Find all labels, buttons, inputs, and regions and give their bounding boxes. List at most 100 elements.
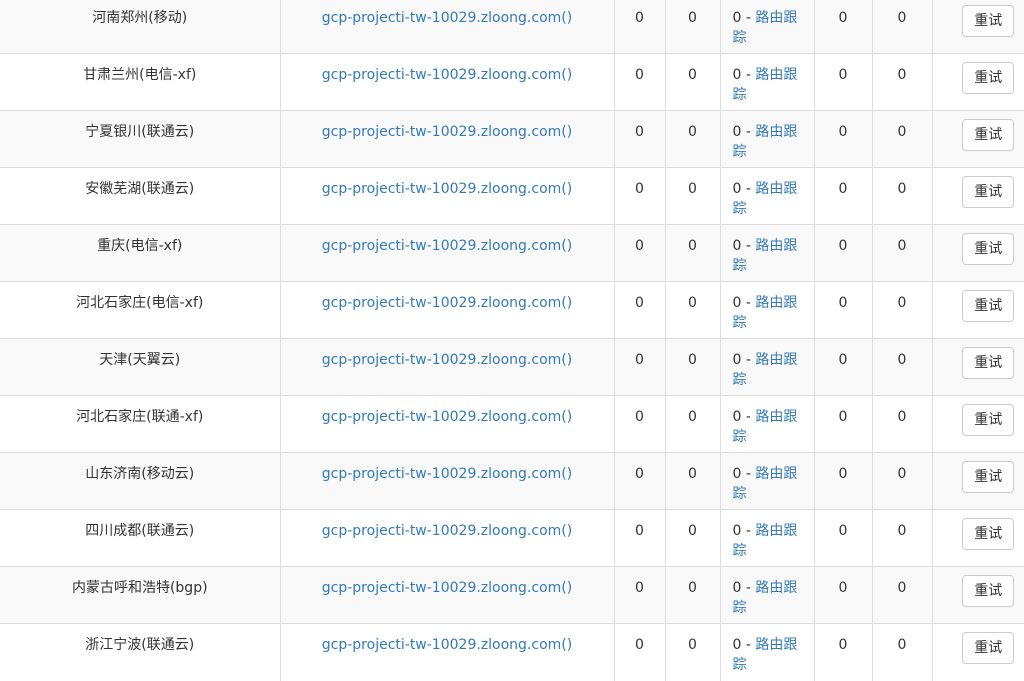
value-5: 0 [897,409,907,425]
value-4: 0 [838,523,848,539]
host-link[interactable]: gcp-projecti-tw-10029.zloong.com() [322,124,572,140]
value-cell-4: 0 [814,224,873,282]
location-label: 宁夏银川(联通云) [85,124,195,140]
action-cell: 重试 [932,452,1024,510]
value-5: 0 [897,295,907,311]
retry-button[interactable]: 重试 [962,632,1015,664]
action-cell: 重试 [932,509,1024,567]
retry-button[interactable]: 重试 [962,347,1015,379]
value-2: 0 [688,580,697,596]
value-cell-4: 0 [814,509,873,567]
host-suffix: () [561,10,573,26]
value-cell-5: 0 [872,167,933,225]
value-2: 0 [688,124,697,140]
trace-separator: - [741,295,756,311]
host-suffix: () [561,409,573,425]
value-1: 0 [635,523,644,539]
location-cell: 宁夏银川(联通云) [0,110,281,168]
value-4: 0 [838,295,848,311]
host-link[interactable]: gcp-projecti-tw-10029.zloong.com() [322,238,572,254]
retry-button[interactable]: 重试 [962,404,1015,436]
value-cell-4: 0 [814,566,873,624]
table-row: 重庆(电信-xf) gcp-projecti-tw-10029.zloong.c… [0,224,1024,282]
value-cell-5: 0 [872,0,933,54]
trace-cell: 0 - 路由跟踪 [720,509,815,567]
host-link[interactable]: gcp-projecti-tw-10029.zloong.com() [322,637,572,653]
trace-cell: 0 - 路由跟踪 [720,281,815,339]
host-suffix: () [561,295,573,311]
value-5: 0 [897,181,907,197]
host-link[interactable]: gcp-projecti-tw-10029.zloong.com() [322,295,572,311]
host-link[interactable]: gcp-projecti-tw-10029.zloong.com() [322,523,572,539]
host-suffix: () [561,124,573,140]
host-suffix: () [561,637,573,653]
table-body: 河南郑州(移动) gcp-projecti-tw-10029.zloong.co… [0,0,1024,681]
location-cell: 内蒙古呼和浩特(bgp) [0,566,281,624]
action-cell: 重试 [932,623,1024,681]
host-link[interactable]: gcp-projecti-tw-10029.zloong.com() [322,10,572,26]
retry-button[interactable]: 重试 [962,5,1015,37]
value-cell-2: 0 [665,623,721,681]
value-4: 0 [838,409,848,425]
value-2: 0 [688,295,697,311]
value-cell-4: 0 [814,0,873,54]
retry-button[interactable]: 重试 [962,233,1015,265]
host-suffix: () [561,466,573,482]
location-label: 内蒙古呼和浩特(bgp) [71,580,208,596]
location-cell: 河北石家庄(电信-xf) [0,281,281,339]
host-link[interactable]: gcp-projecti-tw-10029.zloong.com() [322,67,572,83]
host-cell: gcp-projecti-tw-10029.zloong.com() [280,110,615,168]
value-1: 0 [635,466,644,482]
location-cell: 山东济南(移动云) [0,452,281,510]
host-suffix: () [561,181,573,197]
host-cell: gcp-projecti-tw-10029.zloong.com() [280,167,615,225]
value-1: 0 [635,181,644,197]
trace-separator: - [741,637,756,653]
host-link[interactable]: gcp-projecti-tw-10029.zloong.com() [322,181,572,197]
value-cell-5: 0 [872,566,933,624]
value-4: 0 [838,637,848,653]
retry-button[interactable]: 重试 [962,461,1015,493]
retry-button[interactable]: 重试 [962,575,1015,607]
value-cell-1: 0 [614,395,666,453]
location-cell: 甘肃兰州(电信-xf) [0,53,281,111]
value-cell-1: 0 [614,0,666,54]
host-link[interactable]: gcp-projecti-tw-10029.zloong.com() [322,466,572,482]
trace-separator: - [741,523,756,539]
value-2: 0 [688,238,697,254]
trace-separator: - [741,238,756,254]
host-name: gcp-projecti-tw-10029.zloong.com [321,67,562,83]
host-cell: gcp-projecti-tw-10029.zloong.com() [280,224,615,282]
trace-cell: 0 - 路由跟踪 [720,0,815,54]
location-cell: 河北石家庄(联通-xf) [0,395,281,453]
value-2: 0 [688,10,697,26]
retry-button[interactable]: 重试 [962,62,1015,94]
action-cell: 重试 [932,338,1024,396]
value-cell-1: 0 [614,53,666,111]
table-row: 河北石家庄(电信-xf) gcp-projecti-tw-10029.zloon… [0,281,1024,339]
value-cell-1: 0 [614,281,666,339]
value-cell-1: 0 [614,509,666,567]
retry-button[interactable]: 重试 [962,176,1015,208]
location-cell: 河南郑州(移动) [0,0,281,54]
value-2: 0 [688,466,697,482]
retry-button[interactable]: 重试 [962,290,1015,322]
table-row: 天津(天翼云) gcp-projecti-tw-10029.zloong.com… [0,338,1024,396]
retry-button[interactable]: 重试 [962,119,1015,151]
trace-separator: - [741,580,756,596]
host-cell: gcp-projecti-tw-10029.zloong.com() [280,281,615,339]
retry-button[interactable]: 重试 [962,518,1015,550]
host-name: gcp-projecti-tw-10029.zloong.com [321,466,562,482]
location-label: 安徽芜湖(联通云) [85,181,195,197]
host-suffix: () [561,523,573,539]
location-label: 甘肃兰州(电信-xf) [83,67,197,83]
host-link[interactable]: gcp-projecti-tw-10029.zloong.com() [322,580,572,596]
value-cell-1: 0 [614,167,666,225]
host-link[interactable]: gcp-projecti-tw-10029.zloong.com() [322,409,572,425]
action-cell: 重试 [932,224,1024,282]
value-4: 0 [838,352,848,368]
host-suffix: () [561,67,573,83]
host-link[interactable]: gcp-projecti-tw-10029.zloong.com() [322,352,572,368]
host-name: gcp-projecti-tw-10029.zloong.com [321,10,562,26]
host-name: gcp-projecti-tw-10029.zloong.com [321,352,562,368]
